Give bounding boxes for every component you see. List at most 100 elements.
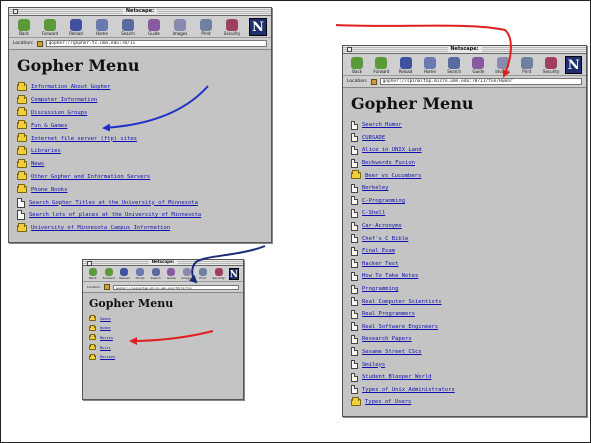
- gopher-item-link[interactable]: Search Gopher Titles at the University o…: [29, 200, 198, 206]
- gopher-menu-item[interactable]: Chef's C Bible: [351, 232, 578, 245]
- toolbar-search-button[interactable]: Search: [150, 268, 162, 280]
- toolbar-images-button[interactable]: Images: [181, 268, 193, 280]
- gopher-item-link[interactable]: Beckwords Fusion: [362, 160, 415, 166]
- gopher-item-link[interactable]: Programming: [362, 286, 398, 292]
- gopher-item-link[interactable]: Real Programmers: [362, 311, 415, 317]
- gopher-item-link[interactable]: Libraries: [31, 148, 61, 154]
- gopher-item-link[interactable]: Information About Gopher: [31, 84, 110, 90]
- gopher-menu-item[interactable]: C-Shell: [351, 207, 578, 220]
- title-bar[interactable]: Netscape:: [343, 46, 586, 54]
- gopher-item-link[interactable]: Car-Acronyms: [362, 223, 402, 229]
- gopher-item-link[interactable]: Search Humor: [362, 122, 402, 128]
- bookmark-icon[interactable]: [103, 284, 110, 290]
- gopher-item-link[interactable]: Smileys: [362, 362, 385, 368]
- title-bar[interactable]: Netscape:: [9, 8, 271, 16]
- gopher-menu-item[interactable]: Fun & Games: [17, 119, 263, 132]
- gopher-item-link[interactable]: C-Programming: [362, 198, 405, 204]
- gopher-item-link[interactable]: Student Blooper World: [362, 374, 432, 380]
- gopher-item-link[interactable]: Games: [100, 317, 111, 321]
- gopher-item-link[interactable]: Other Gopher and Information Servers: [31, 174, 150, 180]
- location-url-field[interactable]: gopher://spinaltap.micro.umn.edu:70/11/f…: [112, 284, 239, 290]
- gopher-item-link[interactable]: Fun & Games: [31, 123, 67, 129]
- gopher-menu-item[interactable]: Sesame Street CScs: [351, 346, 578, 359]
- gopher-menu-item[interactable]: CURSADE: [351, 132, 578, 145]
- bookmark-icon[interactable]: [370, 78, 377, 85]
- toolbar-security-button[interactable]: Security: [212, 268, 225, 280]
- gopher-menu-item[interactable]: Types of Users: [351, 396, 578, 409]
- gopher-item-link[interactable]: Hacker Test: [362, 261, 398, 267]
- toolbar-back-button[interactable]: Back: [13, 19, 35, 36]
- gopher-menu-item[interactable]: Research Papers: [351, 333, 578, 346]
- gopher-menu-item[interactable]: Berkeley: [351, 182, 578, 195]
- gopher-menu-item[interactable]: Movies: [89, 333, 237, 343]
- gopher-item-link[interactable]: Real Computer Scientists: [362, 299, 441, 305]
- location-url-field[interactable]: gopher://gopher.tc.umn.edu:70/11: [45, 40, 267, 47]
- gopher-item-link[interactable]: Phone Books: [31, 187, 67, 193]
- gopher-menu-item[interactable]: Games: [89, 314, 237, 324]
- toolbar-home-button[interactable]: Home: [91, 19, 113, 36]
- toolbar-guide-button[interactable]: Guide: [143, 19, 165, 36]
- gopher-menu-item[interactable]: C-Programming: [351, 195, 578, 208]
- gopher-menu-item[interactable]: Search Humor: [351, 119, 578, 132]
- toolbar-guide-button[interactable]: Guide: [468, 57, 488, 74]
- gopher-menu-item[interactable]: Programming: [351, 283, 578, 296]
- gopher-menu-item[interactable]: Music: [89, 343, 237, 353]
- gopher-menu-item[interactable]: Alice in UNIX Land: [351, 144, 578, 157]
- gopher-item-link[interactable]: Music: [100, 346, 111, 350]
- toolbar-images-button[interactable]: Images: [169, 19, 191, 36]
- toolbar-back-button[interactable]: Back: [87, 268, 99, 280]
- gopher-menu-item[interactable]: Discussion Groups: [17, 107, 263, 120]
- gopher-item-link[interactable]: Final Exam: [362, 248, 395, 254]
- toolbar-forward-button[interactable]: Forward: [39, 19, 61, 36]
- toolbar-print-button[interactable]: Print: [517, 57, 537, 74]
- gopher-item-link[interactable]: Chef's C Bible: [362, 236, 408, 242]
- gopher-item-link[interactable]: Types of Users: [365, 399, 411, 405]
- gopher-menu-item[interactable]: Real Software Engineers: [351, 321, 578, 334]
- gopher-item-link[interactable]: Movies: [100, 336, 113, 340]
- toolbar-home-button[interactable]: Home: [134, 268, 146, 280]
- gopher-menu-item[interactable]: Final Exam: [351, 245, 578, 258]
- toolbar-reload-button[interactable]: Reload: [396, 57, 416, 74]
- gopher-menu-item[interactable]: Real Programmers: [351, 308, 578, 321]
- gopher-item-link[interactable]: Beer vs Cucumbers: [365, 173, 421, 179]
- close-box-icon[interactable]: [347, 47, 352, 52]
- gopher-menu-item[interactable]: Information About Gopher: [17, 81, 263, 94]
- gopher-menu-item[interactable]: University of Minnesota Campus Informati…: [17, 222, 263, 235]
- gopher-item-link[interactable]: Recipes: [100, 355, 115, 359]
- gopher-menu-item[interactable]: Recipes: [89, 352, 237, 362]
- gopher-menu-item[interactable]: Search Gopher Titles at the University o…: [17, 196, 263, 209]
- toolbar-forward-button[interactable]: Forward: [371, 57, 391, 74]
- gopher-menu-item[interactable]: Real Computer Scientists: [351, 295, 578, 308]
- gopher-menu-item[interactable]: Beckwords Fusion: [351, 157, 578, 170]
- gopher-item-link[interactable]: Alice in UNIX Land: [362, 147, 422, 153]
- toolbar-print-button[interactable]: Print: [195, 19, 217, 36]
- gopher-menu-item[interactable]: Hacker Test: [351, 258, 578, 271]
- toolbar-search-button[interactable]: Search: [117, 19, 139, 36]
- gopher-menu-item[interactable]: Types of Unix Administrators: [351, 383, 578, 396]
- toolbar-reload-button[interactable]: Reload: [119, 268, 131, 280]
- gopher-menu-item[interactable]: Libraries: [17, 145, 263, 158]
- gopher-item-link[interactable]: University of Minnesota Campus Informati…: [31, 225, 170, 231]
- close-box-icon[interactable]: [13, 9, 18, 14]
- gopher-item-link[interactable]: C-Shell: [362, 210, 385, 216]
- gopher-menu-item[interactable]: Search lots of places at the University …: [17, 209, 263, 222]
- gopher-item-link[interactable]: CURSADE: [362, 135, 385, 141]
- gopher-item-link[interactable]: Search lots of places at the University …: [29, 212, 201, 218]
- gopher-menu-item[interactable]: News: [17, 158, 263, 171]
- gopher-item-link[interactable]: Discussion Groups: [31, 110, 87, 116]
- toolbar-print-button[interactable]: Print: [197, 268, 209, 280]
- gopher-menu-item[interactable]: Humor: [89, 324, 237, 334]
- toolbar-security-button[interactable]: Security: [221, 19, 243, 36]
- gopher-item-link[interactable]: Berkeley: [362, 185, 389, 191]
- gopher-menu-item[interactable]: Internet file server (ftp) sites: [17, 132, 263, 145]
- gopher-item-link[interactable]: Humor: [100, 326, 111, 330]
- gopher-menu-item[interactable]: Other Gopher and Information Servers: [17, 171, 263, 184]
- gopher-item-link[interactable]: How To Take Notes: [362, 273, 418, 279]
- gopher-item-link[interactable]: News: [31, 161, 44, 167]
- gopher-menu-item[interactable]: Car-Acronyms: [351, 220, 578, 233]
- gopher-menu-item[interactable]: Computer Information: [17, 94, 263, 107]
- toolbar-back-button[interactable]: Back: [347, 57, 367, 74]
- toolbar-images-button[interactable]: Images: [493, 57, 513, 74]
- gopher-menu-item[interactable]: Phone Books: [17, 183, 263, 196]
- toolbar-security-button[interactable]: Security: [541, 57, 561, 74]
